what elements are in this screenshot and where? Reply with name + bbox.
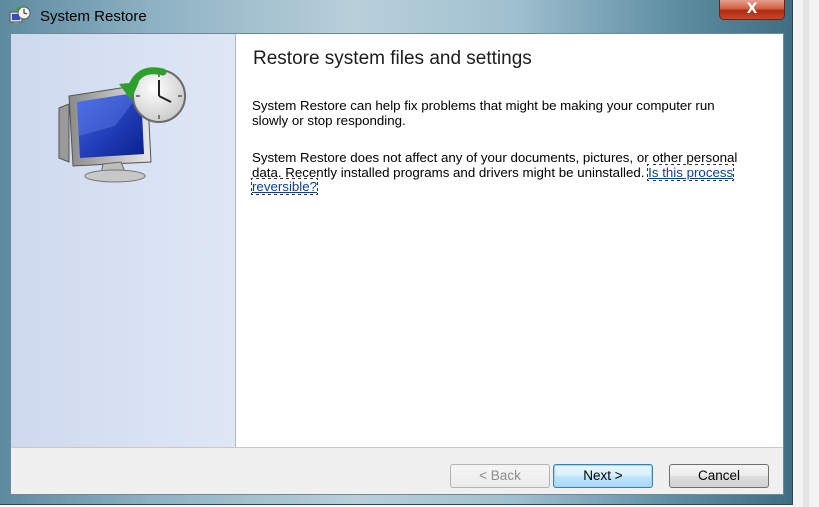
- page-scroll-edge: [803, 0, 809, 507]
- close-icon: X: [746, 1, 758, 17]
- wizard-client-area: Restore system files and settings System…: [10, 33, 784, 495]
- info-paragraph: System Restore does not affect any of yo…: [250, 150, 752, 196]
- title-bar[interactable]: System Restore X: [0, 0, 793, 33]
- system-restore-monitor-clock-icon: [58, 67, 186, 183]
- page-background-strip: [793, 0, 819, 507]
- next-button[interactable]: Next >: [553, 464, 653, 488]
- close-button[interactable]: X: [719, 0, 785, 20]
- page-heading: Restore system files and settings: [253, 48, 532, 69]
- back-button[interactable]: < Back: [450, 464, 550, 488]
- window-title: System Restore: [40, 8, 147, 25]
- system-restore-icon: [9, 6, 31, 24]
- wizard-content: Restore system files and settings System…: [236, 34, 783, 447]
- intro-paragraph: System Restore can help fix problems tha…: [252, 98, 715, 128]
- system-restore-window: System Restore X Restore system files an…: [0, 0, 793, 505]
- cancel-button[interactable]: Cancel: [669, 464, 769, 488]
- wizard-footer: < Back Next > Cancel: [11, 447, 783, 494]
- wizard-side-panel: [11, 34, 236, 447]
